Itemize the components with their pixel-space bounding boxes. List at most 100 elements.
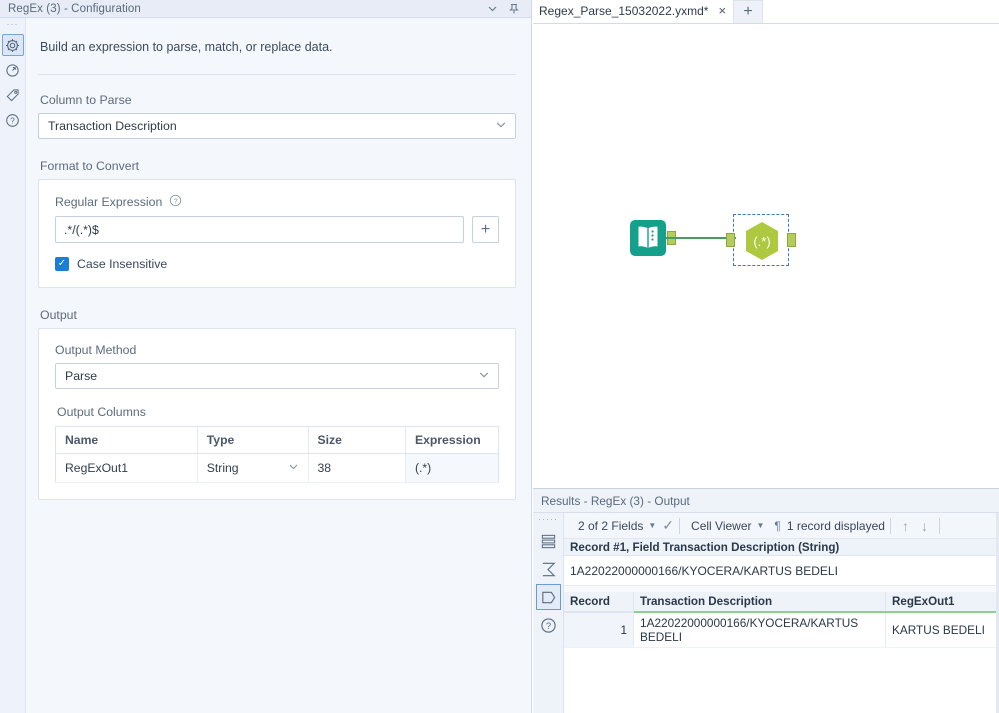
format-to-convert-label: Format to Convert: [40, 159, 140, 173]
gear-icon[interactable]: [1, 34, 24, 56]
cell-type-value: String: [206, 461, 239, 475]
question-icon[interactable]: ?: [2, 109, 24, 131]
grid-header-record[interactable]: Record: [564, 592, 635, 613]
record-count-label: 1 record displayed: [786, 518, 885, 533]
config-panel-titlebar: RegEx (3) - Configuration: [0, 0, 531, 18]
column-to-parse-label: Column to Parse: [40, 93, 132, 107]
cell-viewer-selector[interactable]: Cell Viewer ▼: [685, 515, 770, 537]
config-panel-title: RegEx (3) - Configuration: [8, 2, 141, 15]
grid-cell-record: 1: [564, 612, 635, 648]
regex-tool-output-port[interactable]: [787, 233, 796, 247]
workflow-area: Regex_Parse_15032022.yxmd* × + (.*) Resu…: [533, 0, 999, 713]
grid-header-row: Record Transaction Description RegExOut1: [564, 592, 999, 613]
apply-fields-check-icon[interactable]: ✓: [662, 517, 674, 534]
cell-type[interactable]: String: [197, 453, 309, 483]
regular-expression-input[interactable]: .*/(.*)$: [55, 216, 464, 243]
next-record-down-arrow-icon[interactable]: ↓: [915, 518, 934, 534]
input-data-tool-node[interactable]: [629, 219, 676, 257]
config-panel-body: Build an expression to parse, match, or …: [26, 18, 532, 713]
tag-icon[interactable]: [2, 84, 24, 106]
new-tab-button[interactable]: +: [733, 0, 764, 23]
chevron-down-icon[interactable]: [282, 461, 299, 475]
results-grid: Record Transaction Description RegExOut1…: [564, 592, 999, 648]
fields-selector[interactable]: 2 of 2 Fields ▼: [572, 515, 662, 537]
regex-tool-node[interactable]: (.*): [726, 214, 796, 266]
results-panel: Results - RegEx (3) - Output ····· ? 2 o…: [533, 488, 999, 713]
rail-grip-dots: ···: [6, 19, 19, 29]
output-group: Output Method Parse Output Columns Name …: [38, 328, 516, 500]
output-columns-label: Output Columns: [57, 405, 146, 419]
grid-cell-regexout1[interactable]: KARTUS BEDELI: [885, 612, 999, 648]
configuration-panel: RegEx (3) - Configuration ··· ? Build an…: [0, 0, 532, 713]
table-row[interactable]: RegExOut1 String 38 (.*): [55, 453, 499, 483]
cell-name[interactable]: RegExOut1: [55, 453, 198, 483]
case-insensitive-checkbox[interactable]: ✓: [55, 257, 69, 271]
col-header-name: Name: [55, 426, 198, 454]
results-icon-rail: ····· ?: [533, 513, 564, 713]
output-columns-table: Name Type Size Expression RegExOut1 Stri…: [55, 426, 499, 483]
workflow-tab-label: Regex_Parse_15032022.yxmd*: [539, 3, 709, 18]
regex-tool-input-port[interactable]: [726, 233, 735, 247]
add-expression-button[interactable]: +: [472, 216, 499, 243]
previous-record-up-arrow-icon[interactable]: ↑: [896, 518, 915, 534]
results-main: 2 of 2 Fields ▼ ✓ Cell Viewer ▼ ¶ 1 reco…: [564, 513, 999, 713]
question-icon[interactable]: ?: [536, 612, 561, 638]
col-header-size: Size: [308, 426, 406, 454]
divider: [889, 517, 891, 534]
alteryx-designer-window: RegEx (3) - Configuration ··· ? Build an…: [0, 0, 999, 713]
case-insensitive-row[interactable]: ✓ Case Insensitive: [55, 257, 499, 271]
table-header-row: Name Type Size Expression: [55, 426, 499, 454]
regular-expression-row: .*/(.*)$ +: [55, 216, 499, 243]
svg-text:(.*): (.*): [753, 234, 770, 249]
grid-header-regexout1[interactable]: RegExOut1: [885, 592, 999, 613]
workflow-tab[interactable]: Regex_Parse_15032022.yxmd* ×: [533, 0, 734, 23]
divider: [938, 517, 940, 534]
regular-expression-label: Regular Expression: [55, 195, 163, 209]
workflow-canvas[interactable]: (.*): [533, 24, 999, 488]
chevron-down-icon: ▼: [648, 521, 657, 530]
pilcrow-icon[interactable]: ¶: [770, 519, 784, 533]
output-method-value: Parse: [65, 369, 98, 383]
help-icon[interactable]: ?: [169, 194, 182, 210]
fields-count-label: 2 of 2 Fields: [578, 518, 644, 533]
divider: [679, 517, 681, 534]
grid-cell-transaction-description[interactable]: 1A22022000000166/KYOCERA/KARTUS BEDELI: [633, 612, 887, 648]
svg-text:?: ?: [174, 196, 178, 205]
rail-grip-dots: ·····: [538, 514, 558, 524]
column-to-parse-value: Transaction Description: [48, 119, 177, 133]
format-to-convert-group: Regular Expression ? .*/(.*)$ + ✓ Case I…: [38, 179, 516, 288]
cell-size[interactable]: 38: [308, 453, 406, 483]
close-icon[interactable]: ×: [718, 4, 726, 17]
divider: [38, 74, 516, 75]
table-row[interactable]: 1 1A22022000000166/KYOCERA/KARTUS BEDELI…: [564, 612, 999, 648]
record-detail-header: Record #1, Field Transaction Description…: [564, 539, 999, 556]
sigma-icon[interactable]: [536, 556, 561, 582]
results-panel-title: Results - RegEx (3) - Output: [533, 489, 999, 513]
pin-icon[interactable]: [503, 1, 525, 17]
cell-viewer-label: Cell Viewer: [691, 518, 752, 533]
cell-expression: (.*): [405, 453, 499, 483]
col-header-type: Type: [197, 426, 309, 454]
case-insensitive-label: Case Insensitive: [77, 257, 168, 271]
chevron-down-icon: [495, 119, 507, 134]
col-header-expression: Expression: [405, 426, 499, 454]
column-to-parse-select[interactable]: Transaction Description: [38, 113, 516, 139]
chevron-down-icon: [478, 369, 490, 384]
workflow-tabbar: Regex_Parse_15032022.yxmd* × +: [533, 0, 999, 24]
config-intro-text: Build an expression to parse, match, or …: [40, 40, 333, 54]
output-method-label: Output Method: [55, 343, 137, 357]
chevron-down-icon[interactable]: [481, 1, 503, 17]
results-toolbar: 2 of 2 Fields ▼ ✓ Cell Viewer ▼ ¶ 1 reco…: [564, 513, 999, 539]
chevron-down-icon: ▼: [756, 521, 765, 530]
record-detail-value[interactable]: 1A22022000000166/KYOCERA/KARTUS BEDELI: [564, 513, 999, 713]
target-icon[interactable]: [2, 59, 24, 81]
results-grid-wrapper: Record Transaction Description RegExOut1…: [564, 586, 999, 648]
output-method-select[interactable]: Parse: [55, 363, 499, 389]
output-label: Output: [40, 308, 77, 322]
regular-expression-label-row: Regular Expression ?: [55, 194, 499, 210]
dshape-icon[interactable]: [535, 584, 561, 610]
grid-header-transaction-description[interactable]: Transaction Description: [633, 592, 887, 613]
svg-text:?: ?: [545, 620, 550, 631]
rows-icon[interactable]: [536, 528, 561, 554]
svg-text:?: ?: [10, 115, 15, 125]
